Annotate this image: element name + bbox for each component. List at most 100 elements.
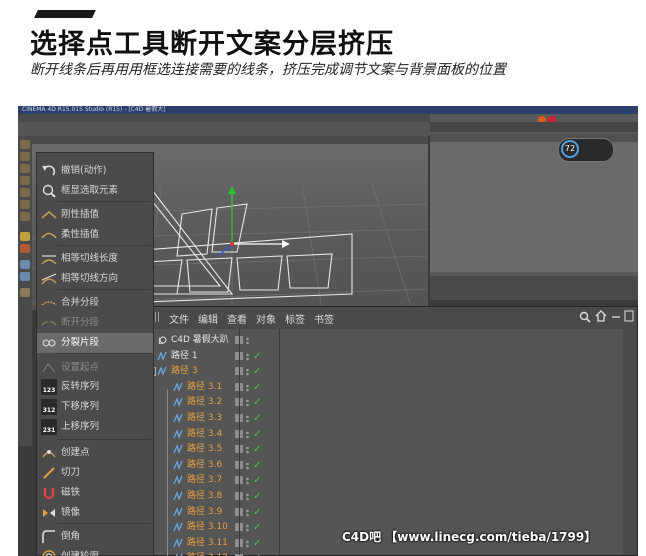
- polygons-mode-icon[interactable]: [20, 212, 30, 221]
- tweak-mode-icon[interactable]: [20, 244, 30, 253]
- context-menu-item[interactable]: 312 下移序列: [37, 397, 153, 417]
- object-name[interactable]: 路径 3.3: [187, 411, 222, 426]
- visibility-render-toggle[interactable]: [246, 367, 249, 376]
- enabled-check-icon[interactable]: ✓: [253, 349, 261, 364]
- scrollbar[interactable]: [623, 329, 637, 555]
- context-menu-item[interactable]: 创建轮廓: [37, 547, 153, 556]
- context-menu-item[interactable]: 镜像: [37, 503, 153, 523]
- object-row[interactable]: -路径 3✓: [143, 364, 621, 379]
- visibility-render-toggle[interactable]: [246, 383, 249, 392]
- object-name[interactable]: 路径 1: [171, 349, 198, 364]
- enabled-check-icon[interactable]: ✓: [253, 473, 261, 488]
- object-name[interactable]: 路径 3.1: [187, 380, 222, 395]
- object-row[interactable]: L C4D 暑假大趴: [143, 333, 621, 348]
- object-name[interactable]: 路径 3.5: [187, 442, 222, 457]
- context-menu-item[interactable]: 231 上移序列: [37, 417, 153, 437]
- snap-icon[interactable]: [20, 260, 30, 269]
- context-menu-item[interactable]: 切刀: [37, 463, 153, 483]
- object-row[interactable]: 路径 3.7 ✓: [143, 473, 621, 488]
- visibility-render-toggle[interactable]: [246, 461, 249, 470]
- menu-tags[interactable]: 标签: [285, 311, 305, 326]
- expand-icon[interactable]: [624, 310, 634, 322]
- context-menu-item[interactable]: 柔性插值: [37, 225, 153, 245]
- context-menu-item[interactable]: 撤销(动作): [37, 161, 153, 181]
- visibility-render-toggle[interactable]: [246, 398, 249, 407]
- context-menu-item[interactable]: 123 反转序列: [37, 377, 153, 397]
- enabled-check-icon[interactable]: ✓: [253, 458, 261, 473]
- menu-objects[interactable]: 对象: [256, 311, 276, 326]
- object-row[interactable]: 路径 3.9 ✓: [143, 505, 621, 520]
- visibility-render-toggle[interactable]: [246, 523, 249, 532]
- object-name[interactable]: 路径 3.2: [187, 395, 222, 410]
- context-menu-item[interactable]: 创建点: [37, 443, 153, 463]
- enabled-check-icon[interactable]: ✓: [253, 411, 261, 426]
- visibility-render-toggle[interactable]: [246, 492, 249, 501]
- object-panel-menubar[interactable]: [430, 122, 638, 132]
- object-row[interactable]: 路径 3.5 ✓: [143, 442, 621, 457]
- context-menu-item[interactable]: 相等切线方向: [37, 269, 153, 289]
- enabled-check-icon[interactable]: ✓: [253, 364, 261, 379]
- enabled-check-icon[interactable]: ✓: [253, 442, 261, 457]
- object-name[interactable]: 路径 3: [171, 364, 198, 379]
- object-name[interactable]: C4D 暑假大趴: [171, 333, 229, 348]
- menu-file[interactable]: 文件: [169, 311, 189, 326]
- object-name[interactable]: 路径 3.8: [187, 489, 222, 504]
- object-row[interactable]: 路径 1 ✓: [143, 349, 621, 364]
- object-name[interactable]: 路径 3.10: [187, 520, 228, 535]
- object-name[interactable]: 路径 3.7: [187, 473, 222, 488]
- object-row[interactable]: 路径 3.4 ✓: [143, 427, 621, 442]
- points-mode-icon[interactable]: [20, 188, 30, 197]
- menu-edit[interactable]: 编辑: [198, 311, 218, 326]
- model-mode-icon[interactable]: [20, 152, 30, 161]
- visibility-render-toggle[interactable]: [246, 445, 249, 454]
- enabled-check-icon[interactable]: ✓: [253, 489, 261, 504]
- object-row[interactable]: 路径 3.12 ✓: [143, 551, 621, 556]
- context-menu-item[interactable]: 框显选取元素: [37, 181, 153, 201]
- search-icon[interactable]: [579, 311, 591, 323]
- visibility-render-toggle[interactable]: [246, 430, 249, 438]
- edges-mode-icon[interactable]: [20, 200, 30, 209]
- main-menubar[interactable]: [18, 114, 430, 122]
- make-editable-icon[interactable]: [20, 140, 30, 149]
- enabled-check-icon[interactable]: ✓: [253, 520, 261, 535]
- texture-mode-icon[interactable]: [20, 164, 30, 173]
- object-name[interactable]: 路径 3.6: [187, 458, 222, 473]
- workplane-icon[interactable]: [20, 176, 30, 185]
- object-list[interactable]: LC4D 暑假大趴路径 1✓-路径 3✓路径 3.1✓路径 3.2✓路径 3.3…: [143, 329, 637, 556]
- visibility-render-toggle[interactable]: [246, 476, 249, 485]
- context-menu-item[interactable]: 倒角: [37, 527, 153, 547]
- object-row[interactable]: 路径 3.1 ✓: [143, 380, 621, 395]
- enabled-check-icon[interactable]: ✓: [253, 536, 261, 551]
- solo-icon[interactable]: [20, 288, 30, 297]
- object-name[interactable]: 路径 3.9: [187, 505, 222, 520]
- visibility-render-toggle[interactable]: [246, 336, 249, 345]
- object-row[interactable]: 路径 3.6 ✓: [143, 458, 621, 473]
- object-name[interactable]: 路径 3.4: [187, 427, 222, 442]
- object-row[interactable]: 路径 3.2 ✓: [143, 395, 621, 410]
- visibility-render-toggle[interactable]: [246, 539, 249, 548]
- context-menu-item[interactable]: 合并分段: [37, 293, 153, 313]
- enabled-check-icon[interactable]: ✓: [253, 380, 261, 395]
- visibility-render-toggle[interactable]: [246, 508, 249, 516]
- menu-view[interactable]: 查看: [227, 311, 247, 326]
- menu-bookmarks[interactable]: 书签: [314, 311, 334, 326]
- enabled-check-icon[interactable]: ✓: [253, 427, 261, 442]
- object-panel-list[interactable]: [430, 142, 638, 272]
- home-icon[interactable]: [595, 310, 607, 322]
- object-row[interactable]: 路径 3.8 ✓: [143, 489, 621, 504]
- context-menu-item[interactable]: 分裂片段: [37, 333, 153, 353]
- visibility-render-toggle[interactable]: [246, 414, 249, 423]
- object-name[interactable]: 路径 3.12: [187, 551, 228, 556]
- enabled-check-icon[interactable]: ✓: [253, 505, 261, 520]
- visibility-render-toggle[interactable]: [246, 352, 249, 360]
- object-row[interactable]: 路径 3.3 ✓: [143, 411, 621, 426]
- context-menu-item[interactable]: 相等切线长度: [37, 249, 153, 269]
- lock-workplane-icon[interactable]: [20, 272, 30, 281]
- enabled-check-icon[interactable]: ✓: [253, 551, 261, 556]
- context-menu-item[interactable]: 磁铁: [37, 483, 153, 503]
- axis-mode-icon[interactable]: [20, 232, 30, 241]
- enabled-check-icon[interactable]: ✓: [253, 395, 261, 410]
- object-name[interactable]: 路径 3.11: [187, 536, 228, 551]
- minimize-icon[interactable]: [610, 310, 622, 322]
- context-menu-item[interactable]: 刚性插值: [37, 205, 153, 225]
